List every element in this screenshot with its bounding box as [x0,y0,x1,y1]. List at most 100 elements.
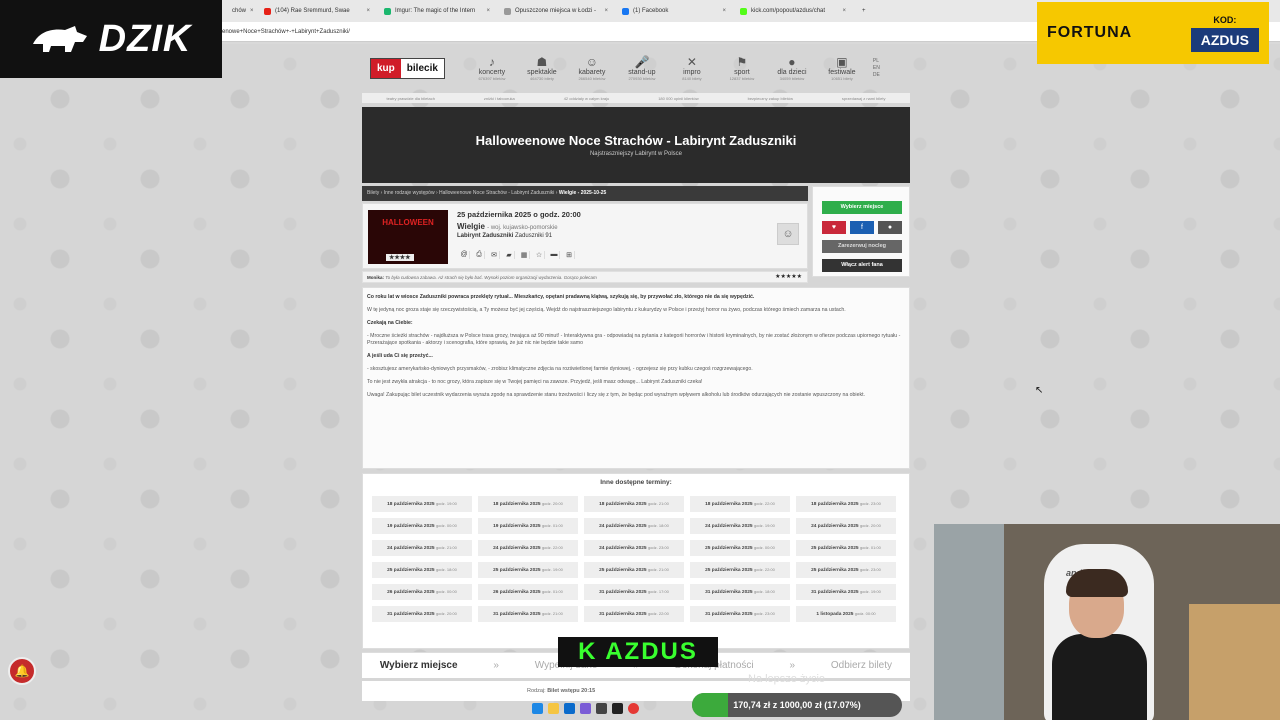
nav-count: 676397 biletów [478,76,506,81]
breadcrumb-item[interactable]: Halloweenowe Noce Strachów - Labirynt Za… [439,190,554,196]
notification-bell-icon[interactable]: 🔔 [8,657,36,685]
breadcrumb-item[interactable]: Bilety [367,190,379,196]
language-option[interactable]: EN [873,65,880,71]
date-option[interactable]: 24 października 2025 godz. 21:00 [372,540,472,556]
date-option[interactable]: 24 października 2025 godz. 18:00 [584,518,684,534]
language-option[interactable]: DE [873,72,880,78]
date-option[interactable]: 25 października 2025 godz. 00:00 [690,540,790,556]
sublink[interactable]: teatry prawdzie dla biletach [386,96,434,101]
folder-icon[interactable] [548,702,559,714]
app-icon[interactable] [580,702,591,714]
close-icon[interactable]: × [250,8,254,14]
comment-icon[interactable]: ● [878,221,902,234]
star-icon[interactable]: ☆ [534,251,545,259]
browser-tab[interactable]: Imgur: The magic of the Intern × [378,3,496,19]
breadcrumb-item[interactable]: Inne rodzaje występów [384,190,435,196]
date-option[interactable]: 25 października 2025 godz. 23:00 [796,562,896,578]
date-option[interactable]: 19 października 2025 godz. 00:00 [372,518,472,534]
heart-icon[interactable]: ♥ [822,221,846,234]
date-option[interactable]: 31 października 2025 godz. 22:00 [584,606,684,622]
date-option[interactable]: 24 października 2025 godz. 23:00 [584,540,684,556]
date-option[interactable]: 31 października 2025 godz. 20:00 [372,606,472,622]
close-icon[interactable]: × [486,8,490,14]
close-icon[interactable]: × [842,8,846,14]
sublink[interactable]: sprzedawaj z nami bilety [842,96,886,101]
browser-tab[interactable]: chów × [222,3,256,19]
date-option[interactable]: 18 października 2025 godz. 23:00 [796,496,896,512]
nav-item-impro[interactable]: ✕ impro 8140 bilety [667,55,717,81]
browser-tab[interactable]: Opuszczone miejsca w Łodzi - × [498,3,614,19]
sublink[interactable]: 42 oddziały w całym kraju [564,96,610,101]
date-option[interactable]: 25 października 2025 godz. 19:00 [478,562,578,578]
nav-item-sport[interactable]: ⚑ sport 12837 biletów [717,55,767,81]
close-icon[interactable]: × [366,8,370,14]
date-option[interactable]: 25 października 2025 godz. 01:00 [796,540,896,556]
browser-tab[interactable]: (104) Rae Sremmurd, Swae × [258,3,376,19]
windows-icon[interactable] [532,702,543,714]
date-option[interactable]: 19 października 2025 godz. 01:00 [478,518,578,534]
date-option[interactable]: 18 października 2025 godz. 20:00 [478,496,578,512]
nav-item-festiwale[interactable]: ▣ festiwale 10651 bilety [817,55,867,81]
date-option-date: 25 października 2025 [387,568,435,573]
sublink[interactable]: bezpieczny zakup biletów [748,96,793,101]
date-option-date: 19 października 2025 [387,524,435,529]
date-option[interactable]: 31 października 2025 godz. 17:00 [584,584,684,600]
date-option[interactable]: 18 października 2025 godz. 22:00 [690,496,790,512]
browser-tab[interactable]: kick.com/popout/azdus/chat × [734,3,852,19]
nav-label: stand-up [628,69,656,76]
date-option[interactable]: 25 października 2025 godz. 22:00 [690,562,790,578]
new-tab-icon[interactable]: + [856,3,872,19]
date-option[interactable]: 26 października 2025 godz. 00:00 [372,584,472,600]
date-option[interactable]: 25 października 2025 godz. 18:00 [372,562,472,578]
nav-item-kabarety[interactable]: ☺ kabarety 266540 biletów [567,55,617,81]
date-option[interactable]: 24 października 2025 godz. 20:00 [796,518,896,534]
event-poster[interactable]: HALLOWEEN ★★★★ [368,210,448,264]
date-option[interactable]: 1 listopada 2025 godz. 00:00 [796,606,896,622]
nav-item-koncerty[interactable]: ♪ koncerty 676397 biletów [467,55,517,81]
purchase-step[interactable]: Wybierz miejsce [380,660,458,671]
card-icon[interactable]: ▬ [549,251,560,259]
date-option[interactable]: 18 października 2025 godz. 19:00 [372,496,472,512]
fan-alert-button[interactable]: Włącz alert fana [822,259,902,272]
nav-item-dla-dzieci[interactable]: ● dla dzieci 34059 biletów [767,55,817,81]
chat-icon[interactable]: ▰ [504,251,515,259]
choose-seat-button[interactable]: Wybierz miejsce [822,201,902,214]
browser-tab[interactable]: (1) Facebook × [616,3,732,19]
sponsor-name: FORTUNA [1047,24,1133,41]
sublink[interactable]: 180 000 opinii klientów [658,96,698,101]
date-option[interactable]: 31 października 2025 godz. 23:00 [690,606,790,622]
nav-item-spektakle[interactable]: ☗ spektakle 464730 bilety [517,55,567,81]
date-option[interactable]: 31 października 2025 godz. 21:00 [478,606,578,622]
facebook-icon[interactable]: f [850,221,874,234]
date-option[interactable]: 26 października 2025 godz. 01:00 [478,584,578,600]
print-icon[interactable]: ⎙ [474,251,485,259]
date-option-date: 25 października 2025 [705,568,753,573]
window-icon[interactable] [596,702,607,714]
sublink[interactable]: zniżki i tabooruka [484,96,515,101]
at-icon[interactable]: @ [459,251,470,259]
step-separator: » [789,660,796,671]
outlook-icon[interactable] [564,702,575,714]
date-option-time: godz. 21:00 [435,545,457,550]
purchase-step[interactable]: Odbierz bilety [831,660,892,671]
event-share-icons: @ ⎙ ✉ ▰ ▦ ☆ ▬ ⊞ [459,251,575,259]
nav-item-stand-up[interactable]: 🎤 stand-up 270930 biletów [617,55,667,81]
date-option[interactable]: 24 października 2025 godz. 19:00 [690,518,790,534]
obs-icon[interactable] [612,702,623,714]
close-icon[interactable]: × [604,8,608,14]
calendar-icon[interactable]: ▦ [519,251,530,259]
date-option[interactable]: 18 października 2025 godz. 21:00 [584,496,684,512]
language-selector[interactable]: PL EN DE [873,58,880,78]
chrome-icon[interactable] [628,702,639,714]
close-icon[interactable]: × [722,8,726,14]
language-option[interactable]: PL [873,58,880,64]
mail-icon[interactable]: ✉ [489,251,500,259]
date-option[interactable]: 24 października 2025 godz. 22:00 [478,540,578,556]
date-option[interactable]: 31 października 2025 godz. 18:00 [690,584,790,600]
reserve-lodging-button[interactable]: Zarezerwuj nocleg [822,240,902,253]
date-option[interactable]: 31 października 2025 godz. 19:00 [796,584,896,600]
organizer-avatar-icon[interactable]: ☺ [777,223,799,245]
cart-icon[interactable]: ⊞ [564,251,575,259]
site-logo[interactable]: kup bilecik [370,57,445,79]
date-option[interactable]: 25 października 2025 godz. 21:00 [584,562,684,578]
